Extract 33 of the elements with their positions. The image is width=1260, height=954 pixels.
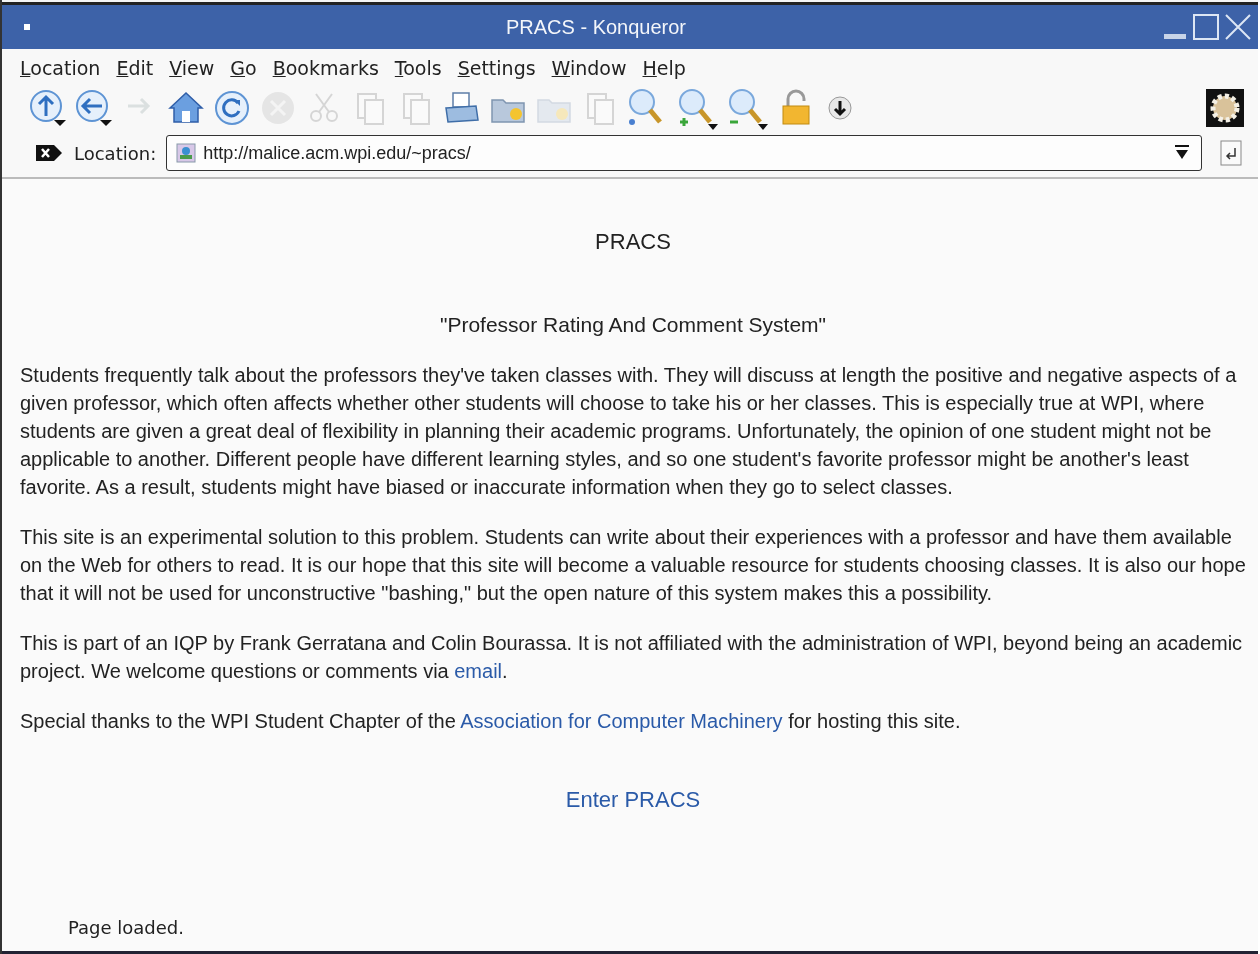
menu-item[interactable]: Tools xyxy=(394,57,442,79)
close-icon[interactable] xyxy=(1224,12,1252,42)
gear-icon[interactable] xyxy=(1206,89,1244,127)
paragraph: Students frequently talk about the professors they've taken classes with. They will discuss at length the positive and negative aspects of a given professor, which often affects whether other students will choose to take his or her classes. This is especially true at WPI, where students are given a great deal of flexibility in planning their academic programs. Unfortunately, the opinion of one student might not be applicable to another. Different people have different learning styles, and so one student's favorite professor might be another's least favorite. As a result, students might have biased or inaccurate information when they go to select classes. xyxy=(20,363,1238,500)
location-field[interactable]: http://malice.acm.wpi.edu/~pracs/ xyxy=(166,135,1202,171)
zoom-out-icon[interactable] xyxy=(726,86,770,130)
maximize-icon[interactable] xyxy=(1192,12,1220,42)
menu-item[interactable]: Edit xyxy=(116,57,154,79)
status-text: Page loaded. xyxy=(2,917,1258,954)
paragraph: This site is an experimental solution to this problem. Students can write about their experiences with a professor and have them available on the Web for others to read. It is our hope that this site will become a valuable resource for students choosing classes. It is also our hope that it will not be used for unconstructive "bashing," but the open nature of this system makes this a possibility. xyxy=(20,525,1246,606)
text-link[interactable]: Association for Computer Machinery xyxy=(460,710,783,732)
clear-location-icon[interactable] xyxy=(34,142,64,164)
up-arrow-icon[interactable] xyxy=(28,88,68,128)
text-link[interactable]: email xyxy=(454,660,503,682)
enter-link[interactable]: Enter PRACS xyxy=(565,787,701,812)
zoom-in-icon[interactable] xyxy=(676,86,720,130)
paragraph: Special thanks to the WPI Student Chapter of the Association for Computer Machinery for hosting this site. xyxy=(20,709,962,734)
menu-item[interactable]: Window xyxy=(551,57,627,79)
location-label: Location: xyxy=(74,142,157,164)
menu-item[interactable]: View xyxy=(169,57,215,79)
window-title: PRACS - Konqueror xyxy=(504,15,688,39)
menu-item[interactable]: Help xyxy=(642,57,686,79)
back-arrow-icon[interactable] xyxy=(74,88,114,128)
go-icon[interactable] xyxy=(1218,138,1244,168)
page-heading: PRACS xyxy=(594,229,672,255)
page-subtitle: "Professor Rating And Comment System" xyxy=(438,313,828,337)
menu-item[interactable]: Go xyxy=(230,57,257,79)
menu-item[interactable]: Settings xyxy=(457,57,536,79)
page-icon xyxy=(175,142,198,164)
paragraph: This is part of an IQP by Frank Gerratana and Colin Bourassa. It is not affiliated with the administration of WPI, beyond being an academic project. We welcome questions or comments via email. xyxy=(20,631,1244,684)
reload-icon[interactable] xyxy=(212,88,252,128)
menu-item[interactable]: Location xyxy=(20,57,101,79)
menu-item[interactable]: Bookmarks xyxy=(272,57,379,79)
